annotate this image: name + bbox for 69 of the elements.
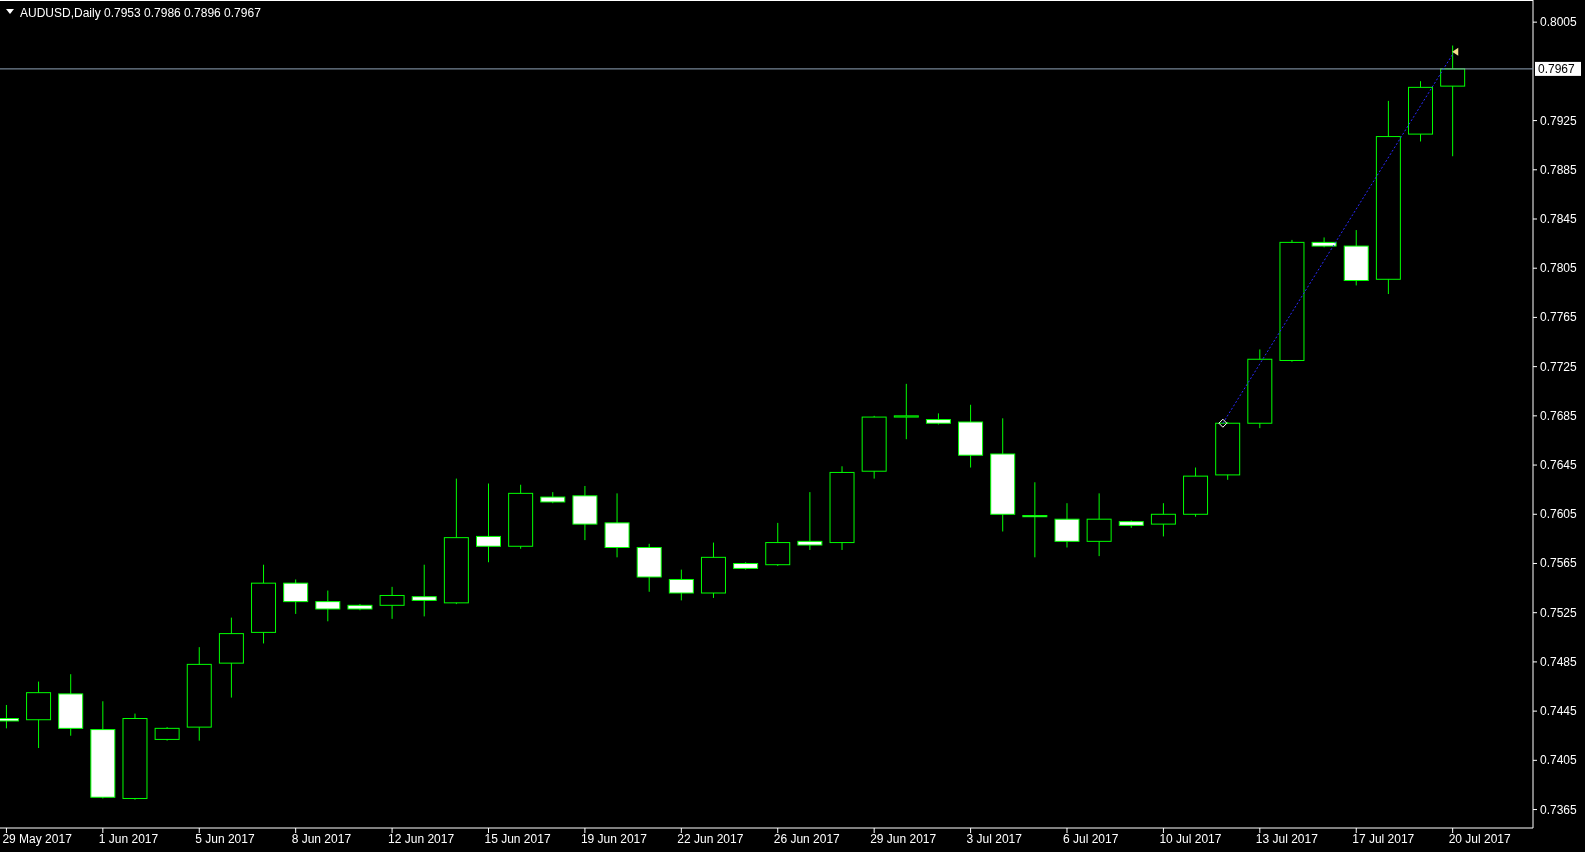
- candlestick: [668, 569, 694, 601]
- candlestick: [1054, 502, 1080, 548]
- candlestick: [1311, 236, 1337, 248]
- candlestick: [604, 492, 630, 558]
- price-axis-label: 0.7365: [1540, 802, 1577, 817]
- candlestick: [893, 383, 919, 440]
- arrow-marker-icon: [1452, 47, 1459, 56]
- date-axis-label: 15 Jun 2017: [484, 832, 551, 846]
- price-axis-label: 0.7565: [1540, 556, 1577, 571]
- date-axis-label: 17 Jul 2017: [1352, 832, 1415, 846]
- ohlc-values: 0.7953 0.7986 0.7896 0.7967: [104, 6, 261, 20]
- candlestick: [700, 542, 726, 599]
- price-axis-label: 0.7765: [1540, 310, 1577, 325]
- candlestick: [0, 704, 19, 729]
- price-axis-label: 0.7525: [1540, 605, 1577, 620]
- candlestick: [1183, 467, 1209, 518]
- date-axis-label: 12 Jun 2017: [388, 832, 455, 846]
- candlestick: [508, 484, 534, 550]
- date-axis-label: 22 Jun 2017: [677, 832, 744, 846]
- candlestick: [26, 681, 52, 749]
- date-axis-label: 19 Jun 2017: [580, 832, 647, 846]
- candlestick: [1086, 492, 1112, 557]
- dropdown-triangle-icon[interactable]: [6, 9, 14, 14]
- price-axis-label: 0.7925: [1540, 113, 1577, 128]
- candlestick: [1118, 519, 1144, 529]
- candlestick: [733, 561, 759, 571]
- date-axis-label: 5 Jun 2017: [195, 832, 255, 846]
- price-axis-label: 0.7445: [1540, 704, 1577, 719]
- candlestick: [1150, 502, 1176, 537]
- candlestick: [925, 412, 951, 425]
- price-axis-label: 0.7405: [1540, 753, 1577, 768]
- candlestick: [154, 726, 180, 742]
- candlestick: [797, 491, 823, 551]
- candlestick: [1215, 421, 1241, 481]
- date-axis-label: 1 Jun 2017: [98, 832, 159, 846]
- candlestick: [572, 485, 598, 541]
- candlestick: [540, 491, 566, 504]
- price-axis-label: 0.7605: [1540, 507, 1577, 522]
- candlestick: [1343, 229, 1369, 286]
- candlestick: [636, 543, 662, 593]
- price-axis-label: 0.7845: [1540, 212, 1577, 226]
- date-axis-label: 29 Jun 2017: [870, 832, 937, 846]
- date-axis-label: 29 May 2017: [2, 832, 72, 846]
- candlestick: [958, 404, 984, 468]
- candlestick: [58, 673, 84, 737]
- date-axis-label: 20 Jul 2017: [1448, 832, 1511, 846]
- candlestick: [347, 603, 373, 611]
- candlestick: [765, 522, 791, 567]
- date-axis-label: 10 Jul 2017: [1159, 832, 1222, 846]
- candlestick: [283, 579, 309, 615]
- price-axis-label: 0.7805: [1540, 261, 1577, 276]
- anchor-marker-icon: [1218, 418, 1228, 428]
- price-axis-label: 0.7485: [1540, 654, 1577, 669]
- price-axis-label: 0.7645: [1540, 458, 1577, 473]
- date-axis-label: 3 Jul 2017: [966, 832, 1022, 846]
- date-axis-label: 13 Jul 2017: [1255, 832, 1318, 846]
- candlestick: [315, 590, 341, 622]
- price-axis-label: 0.7685: [1540, 408, 1577, 423]
- price-axis-label: 0.7885: [1540, 162, 1577, 177]
- candlestick: [411, 564, 437, 617]
- symbol-label: AUDUSD,Daily: [20, 6, 101, 20]
- candlestick: [1408, 80, 1433, 142]
- date-axis-label: 8 Jun 2017: [291, 832, 352, 846]
- candlestick: [379, 586, 405, 620]
- candlestick: [861, 415, 887, 480]
- price-axis-label: 0.7725: [1540, 359, 1577, 374]
- price-axis-label: 0.8005: [1540, 15, 1577, 30]
- date-axis-label: 26 Jun 2017: [773, 832, 840, 846]
- date-axis-label: 6 Jul 2017: [1063, 832, 1119, 846]
